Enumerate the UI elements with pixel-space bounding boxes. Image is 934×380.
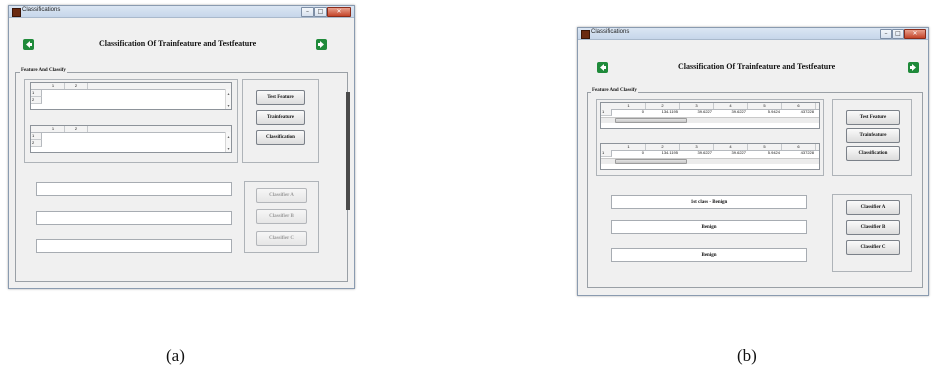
horizontal-scrollbar[interactable]	[601, 158, 819, 164]
vertical-scrollbar[interactable]: ▴ ▾	[225, 89, 231, 109]
table-cell: 0	[641, 109, 644, 114]
horizontal-scrollbar[interactable]	[601, 117, 819, 123]
table-cell: 39.6227	[697, 109, 712, 114]
test-feature-button[interactable]: Test Feature	[846, 110, 900, 125]
table-header: 1 2	[31, 126, 231, 133]
title-bar: Classifications – □ ✕	[9, 6, 354, 18]
row-header: 2	[31, 140, 42, 147]
result-field-b: Benign	[611, 220, 807, 234]
window-title: Classifications	[591, 29, 630, 35]
classifier-a-button[interactable]: Classifier A	[846, 200, 900, 215]
trainfeature-button[interactable]: Trainfeature	[846, 128, 900, 143]
column-header: 2	[65, 126, 88, 132]
arrow-left-icon[interactable]	[23, 39, 34, 50]
table-cell: 39.6227	[731, 150, 746, 155]
column-header: 1	[42, 126, 65, 132]
table-cell: 134.1195	[661, 109, 678, 114]
row-header: 1	[31, 90, 42, 97]
classifier-a-button[interactable]: Classifier A	[256, 188, 307, 203]
row-header: 1	[31, 133, 42, 140]
arrow-left-icon[interactable]	[597, 62, 608, 73]
scrollbar-thumb[interactable]	[615, 159, 687, 164]
result-field-c: Benign	[611, 248, 807, 262]
table-cell: 134.1195	[661, 150, 678, 155]
title-bar: Classifications – □ ✕	[578, 28, 928, 40]
trainfeature-button[interactable]: Trainfeature	[256, 110, 305, 125]
test-feature-button[interactable]: Test Feature	[256, 90, 305, 105]
maximize-button[interactable]: □	[314, 7, 327, 17]
window-b: Classifications – □ ✕ Classification Of …	[577, 27, 929, 296]
column-header: 1	[42, 83, 65, 89]
maximize-button[interactable]: □	[892, 29, 904, 39]
caption-b: (b)	[737, 346, 757, 365]
table-cell: 5.9424	[767, 109, 780, 114]
minimize-button[interactable]: –	[880, 29, 892, 39]
matlab-figure-icon	[581, 30, 590, 39]
vertical-scrollbar[interactable]: ▴ ▾	[225, 132, 231, 152]
result-field-a	[36, 182, 232, 196]
table-header: 1 2	[31, 83, 231, 90]
classification-button[interactable]: Classification	[846, 146, 900, 161]
close-button[interactable]: ✕	[327, 7, 351, 17]
test-feature-table: 1 2 1 2 ▴ ▾	[30, 82, 232, 110]
minimize-button[interactable]: –	[301, 7, 314, 17]
page-scrollbar	[346, 92, 350, 210]
caption-a: (a)	[166, 346, 185, 365]
result-field-a: 1st class - Benign	[611, 195, 807, 209]
table-cell: 0	[641, 150, 644, 155]
classifier-b-button[interactable]: Classifier B	[256, 209, 307, 224]
row-header: 1	[601, 150, 612, 157]
panel-label: Feature And Classify	[20, 68, 67, 73]
classifier-c-button[interactable]: Classifier C	[256, 231, 307, 246]
train-feature-table: 1 2 3 4 5 6 1 0 134.1195 39.6227 39.6227…	[600, 143, 820, 170]
train-feature-table: 1 2 1 2 ▴ ▾	[30, 125, 232, 153]
test-feature-table: 1 2 3 4 5 6 1 0 134.1195 39.6227 39.6227…	[600, 102, 820, 129]
panel-label: Feature And Classify	[591, 88, 638, 93]
classifier-c-button[interactable]: Classifier C	[846, 240, 900, 255]
row-header: 1	[601, 109, 612, 116]
close-button[interactable]: ✕	[904, 29, 926, 39]
window-a: Classifications – □ ✕ Classification Of …	[8, 5, 355, 289]
window-title: Classifications	[22, 7, 61, 13]
result-field-c	[36, 239, 232, 253]
arrow-right-icon[interactable]	[908, 62, 919, 73]
result-field-b	[36, 211, 232, 225]
classifier-b-button[interactable]: Classifier B	[846, 220, 900, 235]
column-header: 2	[65, 83, 88, 89]
table-cell: 39.6227	[697, 150, 712, 155]
table-cell: 437228	[800, 109, 814, 114]
table-cell: 5.9424	[767, 150, 780, 155]
scrollbar-thumb[interactable]	[615, 118, 687, 123]
page-title: Classification Of Trainfeature and Testf…	[678, 62, 836, 71]
page-title: Classification Of Trainfeature and Testf…	[99, 39, 257, 48]
matlab-figure-icon	[12, 8, 21, 17]
table-cell: 437228	[800, 150, 814, 155]
row-header: 2	[31, 97, 42, 104]
arrow-right-icon[interactable]	[316, 39, 327, 50]
table-cell: 39.6227	[731, 109, 746, 114]
classification-button[interactable]: Classification	[256, 130, 305, 145]
